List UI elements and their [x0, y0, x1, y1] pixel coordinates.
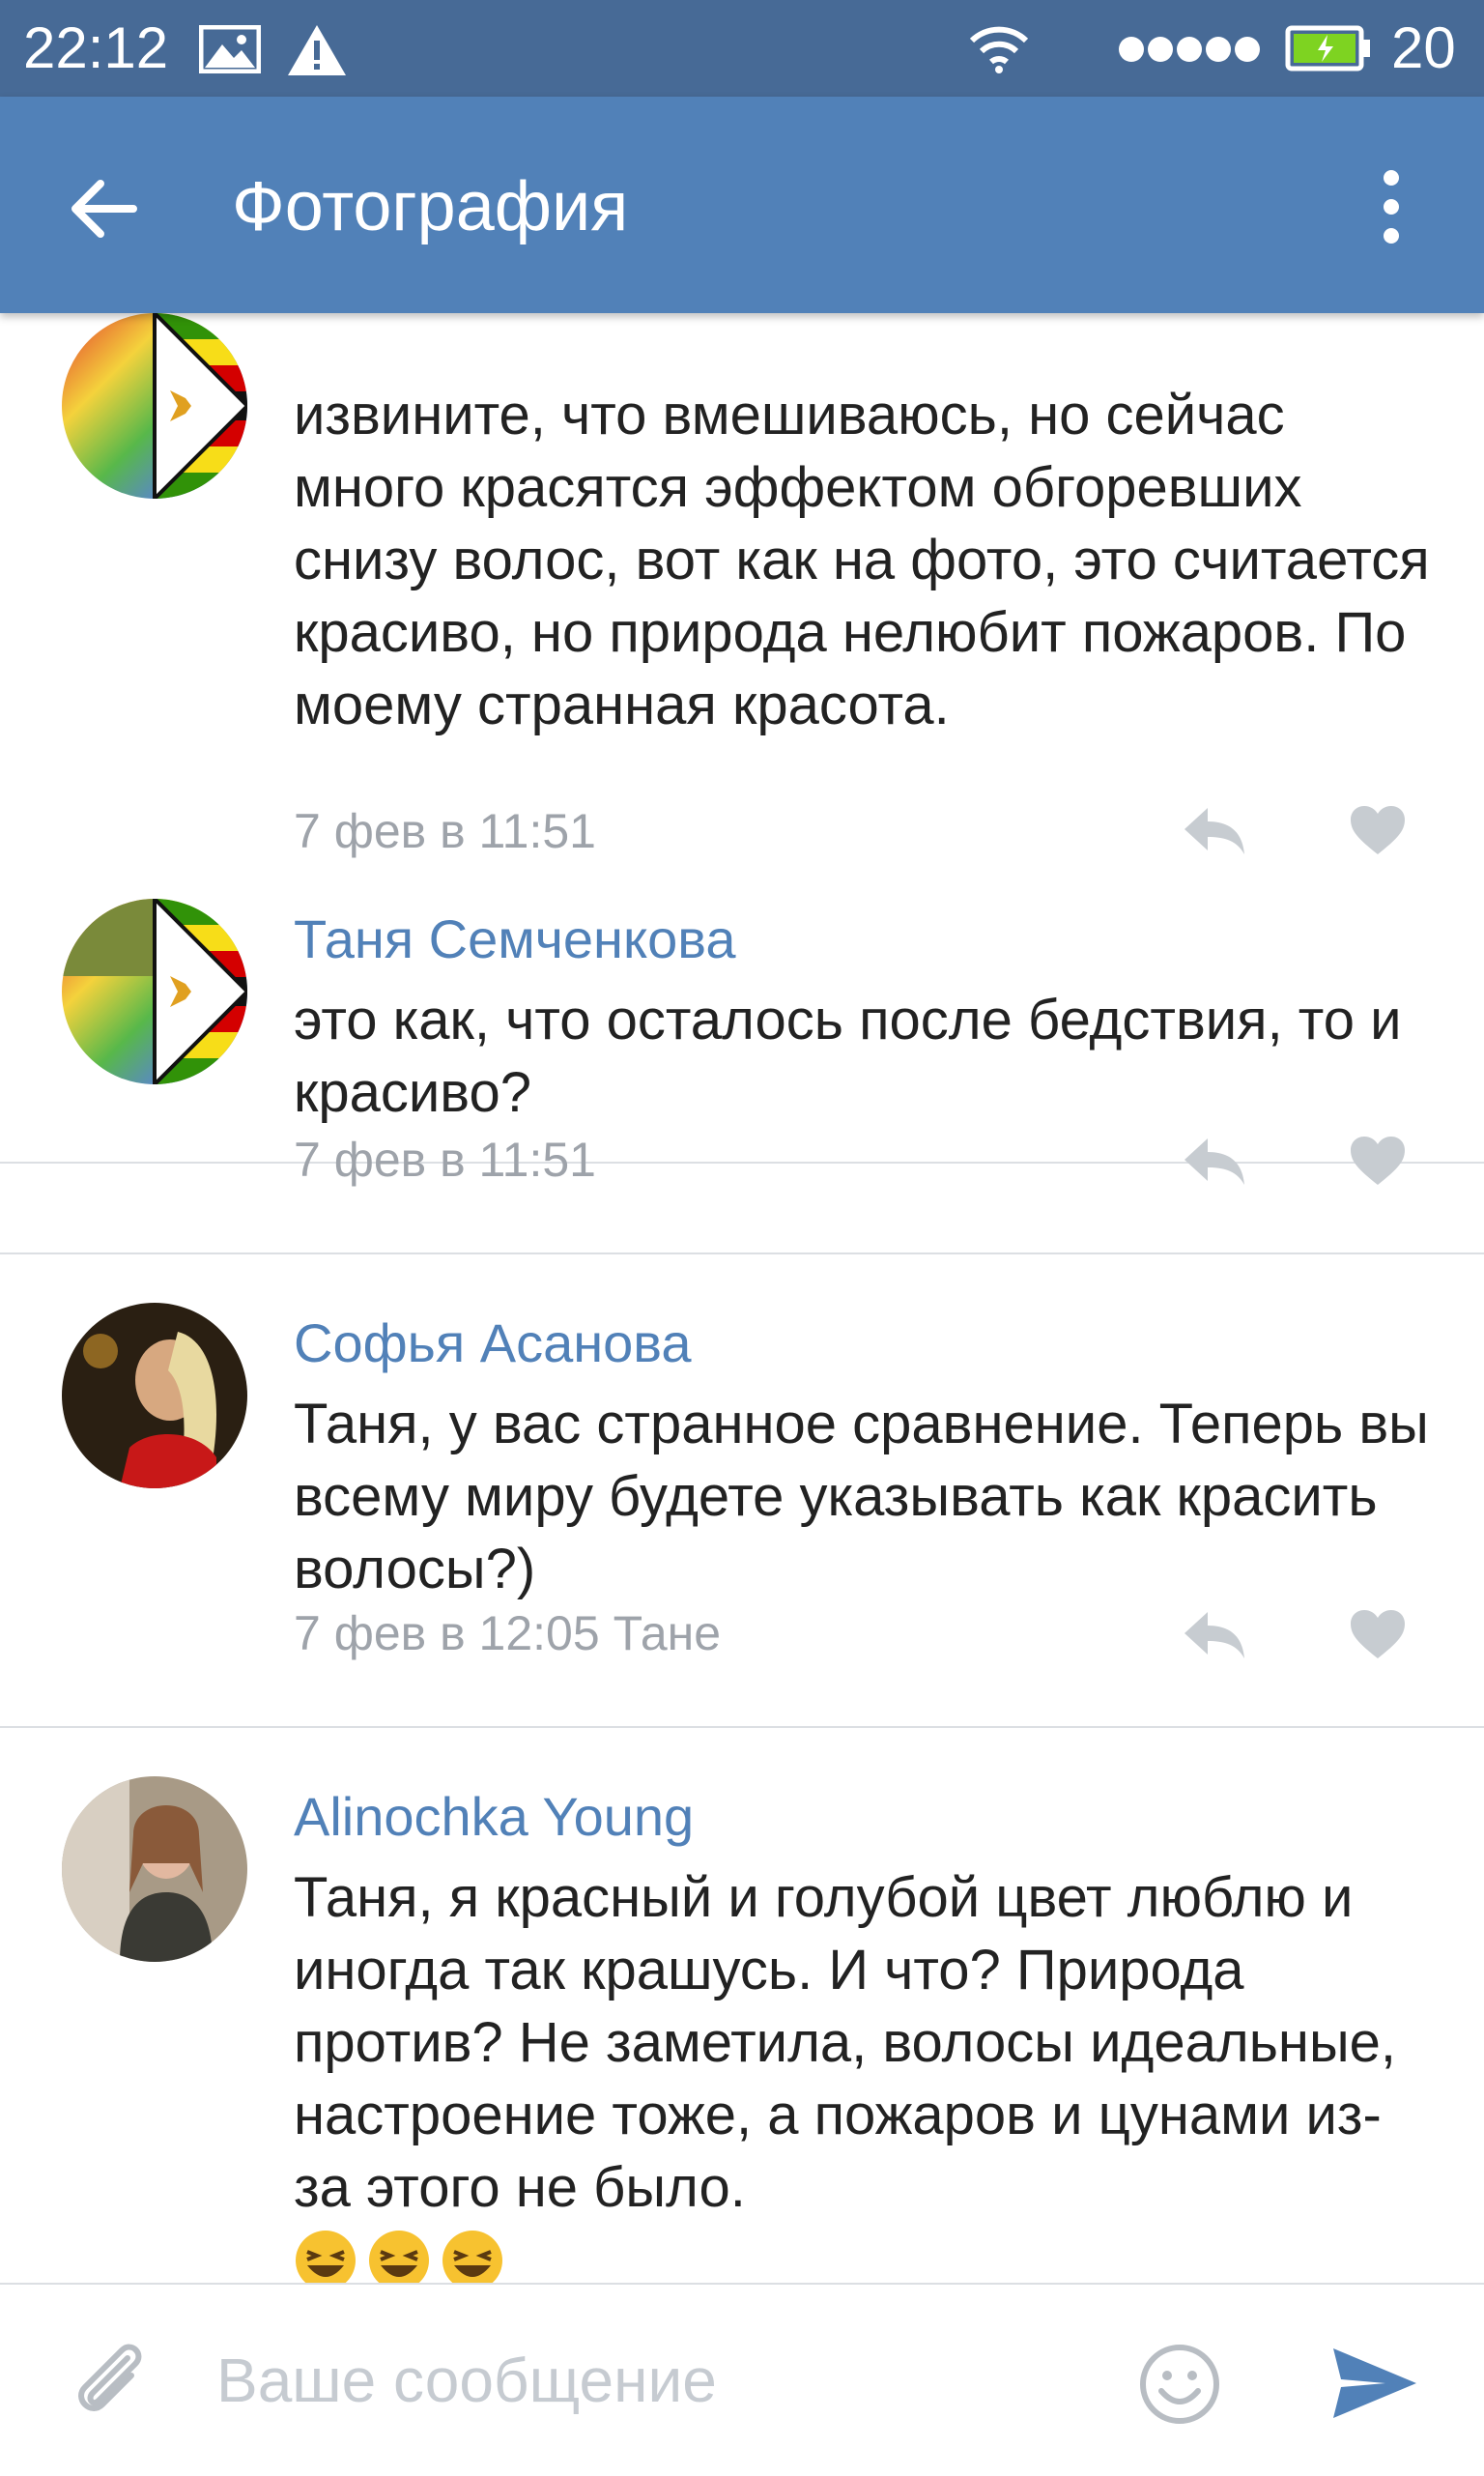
status-time: 22:12: [23, 15, 169, 80]
heart-icon[interactable]: [1349, 1608, 1407, 1660]
heart-icon[interactable]: [1349, 1135, 1407, 1187]
warning-icon: [288, 25, 346, 75]
paperclip-icon[interactable]: [68, 2339, 155, 2426]
comments-list[interactable]: извините, что вмешиваюсь, но сейчас мног…: [0, 313, 1484, 2283]
avatar[interactable]: [62, 1303, 247, 1488]
comment-item: Alinochka Young Таня, я красный и голубо…: [0, 1728, 1484, 2283]
comment-author[interactable]: Софья Асанова: [294, 1312, 692, 1374]
comment-timestamp: 7 фев в 12:05 Тане: [294, 1606, 722, 1660]
message-composer: [0, 2283, 1484, 2476]
reply-icon[interactable]: [1183, 1608, 1246, 1660]
flag-avatar-image: [62, 313, 247, 499]
battery-level: 20: [1391, 15, 1456, 80]
reply-icon[interactable]: [1183, 804, 1246, 856]
smiley-icon[interactable]: [1138, 2343, 1221, 2426]
user-photo-avatar: [62, 1303, 247, 1488]
comment-text: это как, что осталось после бедствия, то…: [294, 989, 1402, 1124]
comment-text: Таня, я красный и голубой цвет люблю и и…: [294, 1866, 1396, 2219]
heart-icon[interactable]: [1349, 804, 1407, 856]
app-toolbar: Фотография: [0, 97, 1484, 313]
comment-item: Таня Семченкова это как, что осталось по…: [0, 850, 1484, 1254]
wifi-icon: [969, 26, 1029, 73]
comment-text: Таня, у вас странное сравнение. Теперь в…: [294, 1393, 1429, 1600]
emoji-row: [294, 2229, 514, 2283]
avatar[interactable]: [62, 313, 247, 499]
laughing-emoji: [369, 2231, 429, 2283]
battery-charging-icon: [1285, 25, 1370, 72]
reply-icon[interactable]: [1183, 1135, 1246, 1187]
flag-avatar-image: [62, 899, 247, 1084]
laughing-emoji: [296, 2231, 356, 2283]
avatar[interactable]: [62, 899, 247, 1084]
status-bar: 22:12 20: [0, 0, 1484, 97]
page-title: Фотография: [232, 168, 629, 245]
send-icon[interactable]: [1331, 2345, 1418, 2422]
comment-text: извините, что вмешиваюсь, но сейчас мног…: [294, 384, 1430, 736]
laughing-emoji: [442, 2231, 502, 2283]
image-icon: [199, 25, 261, 73]
avatar[interactable]: [62, 1776, 247, 1962]
comment-author[interactable]: Таня Семченкова: [294, 908, 736, 970]
user-photo-avatar: [62, 1776, 247, 1962]
arrow-left-icon[interactable]: [66, 170, 143, 247]
signal-dots-icon: [1119, 37, 1260, 62]
message-input[interactable]: [216, 2327, 1086, 2433]
comment-item: Софья Асанова Таня, у вас странное сравн…: [0, 1254, 1484, 1728]
comment-timestamp: 7 фев в 11:51: [294, 1133, 596, 1187]
more-vertical-icon[interactable]: [1362, 164, 1420, 251]
comment-author[interactable]: Alinochka Young: [294, 1786, 694, 1848]
